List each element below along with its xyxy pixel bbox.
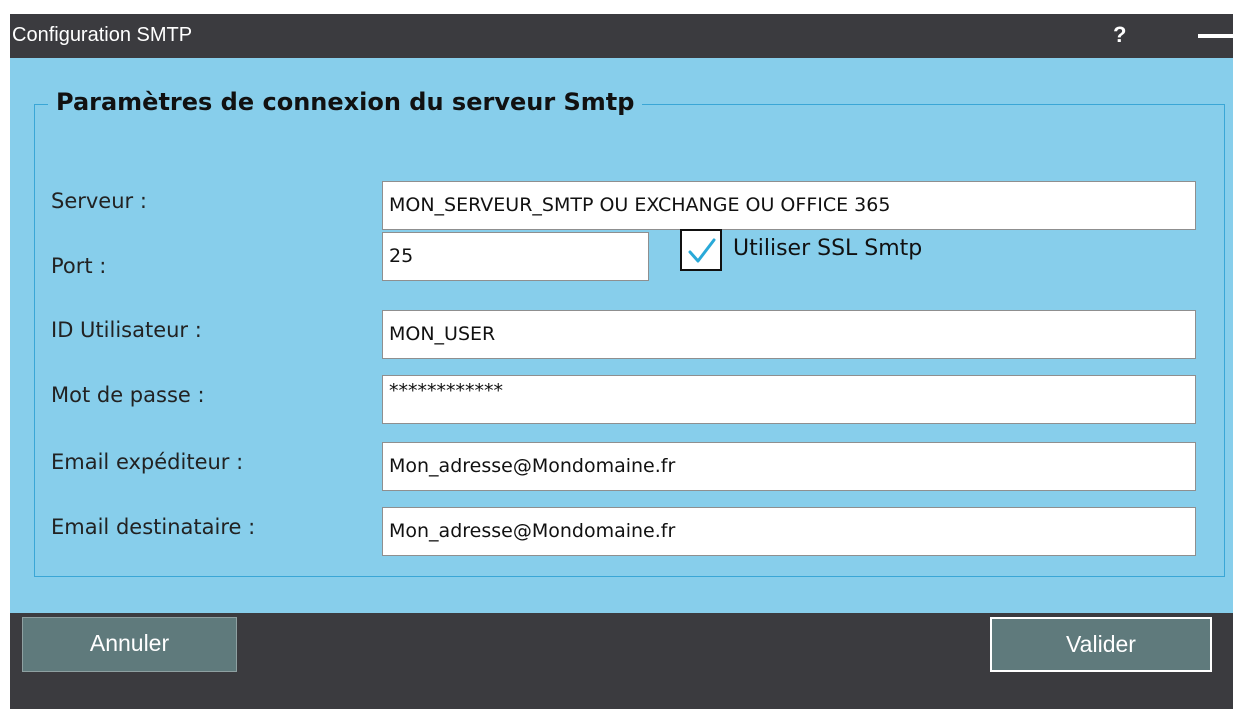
recipient-email-label: Email destinataire : bbox=[51, 515, 256, 539]
user-id-label: ID Utilisateur : bbox=[51, 318, 202, 342]
group-title: Paramètres de connexion du serveur Smtp bbox=[48, 88, 643, 116]
window-title: Configuration SMTP bbox=[12, 24, 193, 46]
password-input[interactable]: ************ bbox=[382, 375, 1196, 424]
sender-email-input[interactable]: Mon_adresse@Mondomaine.fr bbox=[382, 442, 1196, 491]
user-id-input[interactable]: MON_USER bbox=[382, 310, 1196, 359]
smtp-config-window: Configuration SMTP ? Paramètres de conne… bbox=[10, 14, 1233, 709]
port-input[interactable]: 25 bbox=[382, 232, 649, 281]
minimize-icon[interactable] bbox=[1198, 34, 1233, 38]
ssl-checkbox-label[interactable]: Utiliser SSL Smtp bbox=[733, 236, 922, 261]
server-input[interactable]: MON_SERVEUR_SMTP OU EXCHANGE OU OFFICE 3… bbox=[382, 181, 1196, 230]
validate-button[interactable]: Valider bbox=[990, 617, 1212, 672]
password-label: Mot de passe : bbox=[51, 383, 205, 407]
checkmark-icon bbox=[688, 238, 716, 263]
title-bar: Configuration SMTP ? bbox=[10, 14, 1233, 58]
recipient-email-input[interactable]: Mon_adresse@Mondomaine.fr bbox=[382, 507, 1196, 556]
cancel-button[interactable]: Annuler bbox=[22, 617, 237, 672]
server-label: Serveur : bbox=[51, 189, 147, 213]
sender-email-label: Email expéditeur : bbox=[51, 450, 244, 474]
dialog-body: Paramètres de connexion du serveur Smtp … bbox=[10, 58, 1233, 613]
help-icon[interactable]: ? bbox=[1113, 22, 1126, 48]
ssl-checkbox[interactable] bbox=[680, 229, 722, 271]
port-label: Port : bbox=[51, 254, 107, 278]
